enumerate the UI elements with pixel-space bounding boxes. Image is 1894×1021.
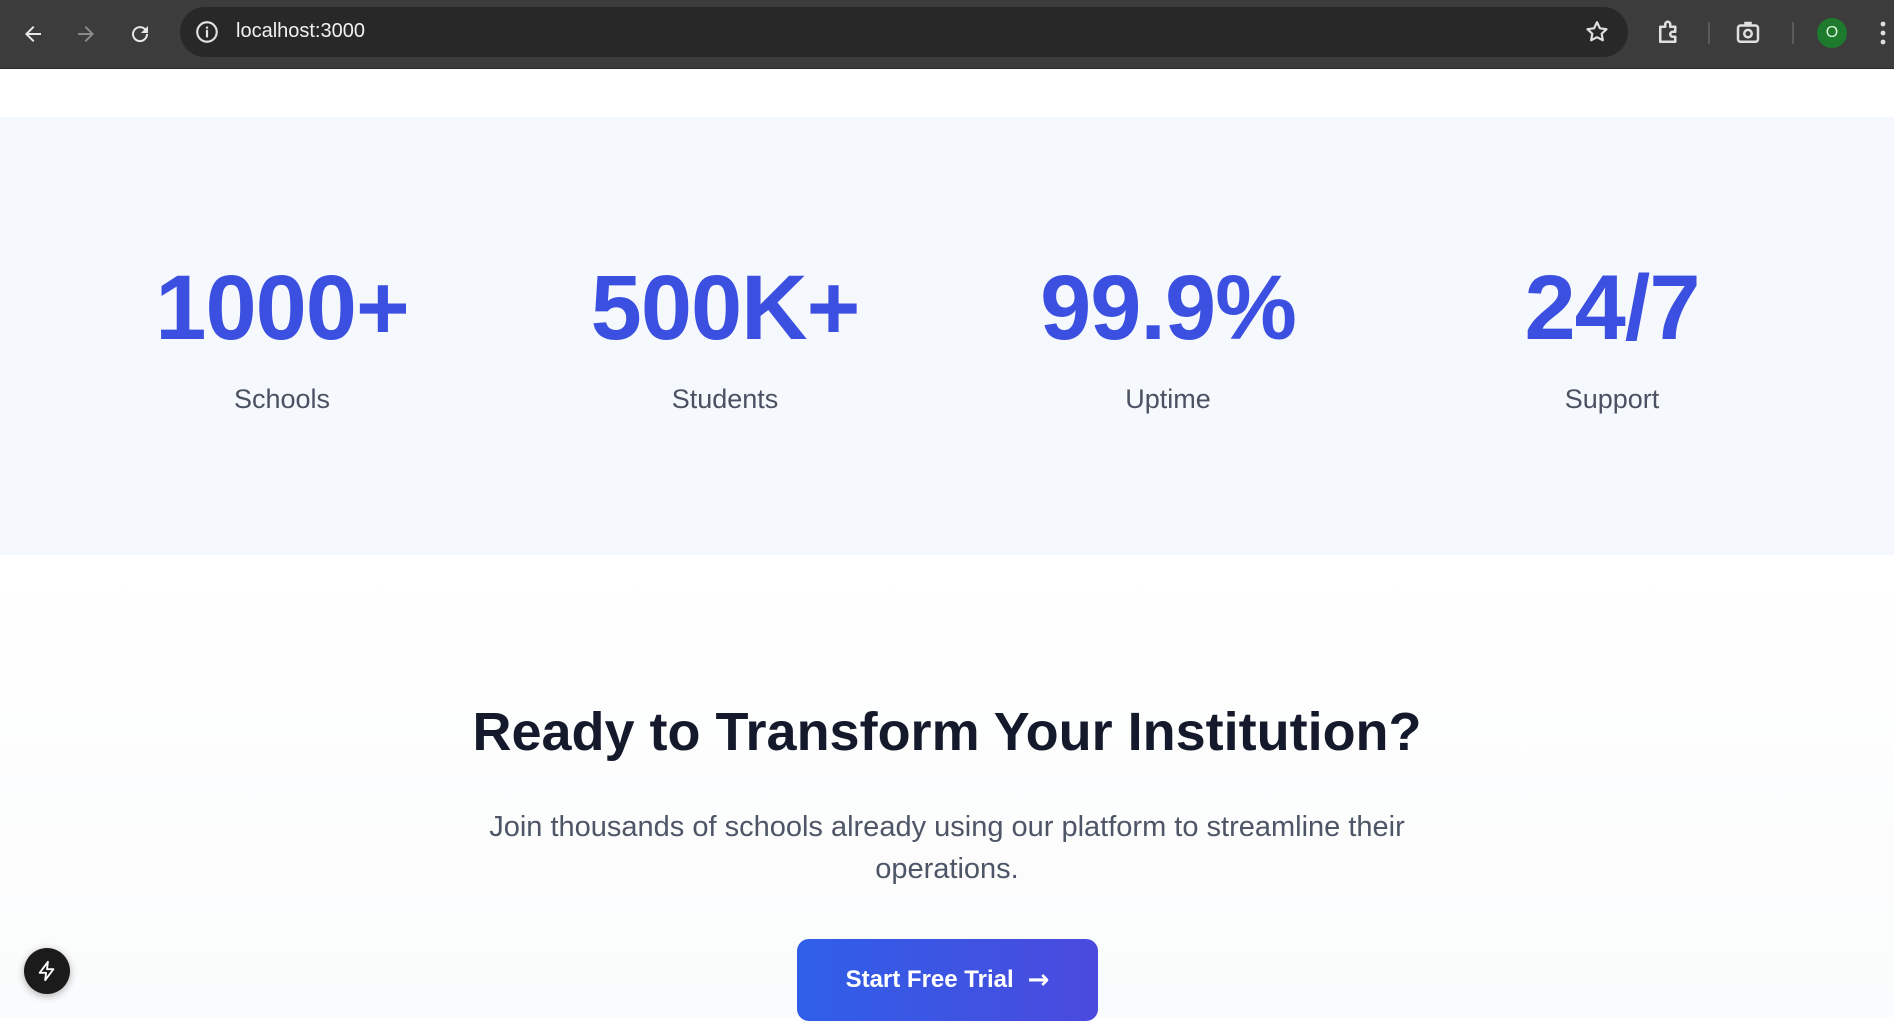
- back-arrow-icon: [25, 26, 41, 42]
- url-text[interactable]: localhost:3000: [236, 20, 365, 43]
- stat-label: Support: [1564, 384, 1660, 414]
- stat-value: 24/7: [1524, 257, 1700, 359]
- lightning-icon: [38, 960, 55, 982]
- stat-uptime: 99.9% Uptime: [958, 262, 1378, 415]
- extensions-icon[interactable]: [1654, 18, 1684, 48]
- cta-subtitle: Join thousands of schools already using …: [489, 811, 1405, 885]
- dev-tools-badge[interactable]: [24, 948, 70, 994]
- toolbar-divider: [1792, 22, 1794, 44]
- forward-arrow-icon: [78, 26, 94, 42]
- page-content: 1000+ Schools 500K+ Students 99.9% Uptim…: [0, 69, 1894, 1021]
- address-bar[interactable]: localhost:3000: [180, 7, 1628, 57]
- stat-label: Uptime: [1125, 384, 1211, 414]
- cta-section: Ready to Transform Your Institution? Joi…: [0, 555, 1894, 1021]
- stat-label: Students: [671, 384, 779, 414]
- stat-value: 1000+: [155, 257, 409, 359]
- toolbar-divider: [1708, 22, 1710, 44]
- start-free-trial-button[interactable]: Start Free Trial →: [797, 939, 1098, 1021]
- bookmark-star-icon[interactable]: [1584, 19, 1610, 45]
- stats-section: 1000+ Schools 500K+ Students 99.9% Uptim…: [0, 117, 1894, 555]
- profile-avatar[interactable]: O: [1817, 18, 1847, 48]
- stat-value: 99.9%: [1040, 257, 1297, 359]
- stat-label: Schools: [233, 384, 331, 414]
- back-button[interactable]: [13, 14, 53, 54]
- forward-button[interactable]: [66, 14, 106, 54]
- stat-schools: 1000+ Schools: [72, 262, 492, 415]
- stat-students: 500K+ Students: [515, 262, 935, 415]
- button-label: Start Free Trial: [845, 966, 1014, 993]
- reload-icon: [132, 26, 149, 43]
- arrow-right-icon: →: [1027, 965, 1050, 995]
- reload-button[interactable]: [120, 14, 160, 54]
- site-info-icon[interactable]: [194, 19, 220, 45]
- stat-support: 24/7 Support: [1402, 262, 1822, 415]
- browser-toolbar: localhost:3000 O: [0, 0, 1894, 69]
- stat-value: 500K+: [590, 257, 861, 359]
- menu-kebab-icon[interactable]: [1878, 20, 1888, 46]
- screenshot-icon[interactable]: [1733, 18, 1763, 48]
- cta-title: Ready to Transform Your Institution?: [472, 702, 1422, 762]
